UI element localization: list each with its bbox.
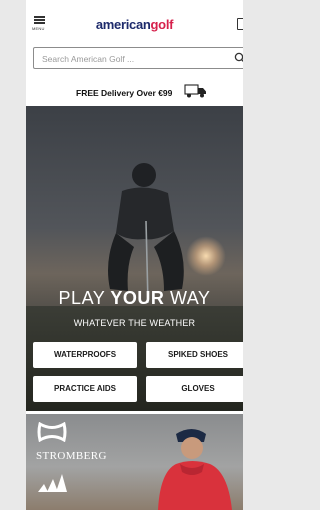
- brands-banner[interactable]: STROMBERG: [26, 414, 243, 510]
- hero-title-way: WAY: [164, 288, 211, 308]
- american-golf-logo[interactable]: americangolf: [26, 17, 243, 32]
- spiked-shoes-button[interactable]: SPIKED SHOES: [146, 342, 243, 368]
- golfer-red-jacket-image: [158, 429, 232, 510]
- stromberg-logo: STROMBERG: [36, 450, 107, 462]
- site-header: MENU americangolf: [26, 0, 243, 44]
- hero-subtitle: WHATEVER THE WEATHER: [73, 318, 196, 328]
- shopping-bag-icon[interactable]: [237, 18, 243, 30]
- logo-text-golf: golf: [150, 17, 174, 32]
- waterproofs-button[interactable]: WATERPROOFS: [33, 342, 137, 368]
- logo-text-american: american: [95, 17, 151, 32]
- hero-title: PLAY YOUR WAY: [26, 288, 243, 309]
- under-armour-logo: [37, 422, 67, 442]
- search-input[interactable]: Search American Golf ...: [33, 47, 243, 69]
- hero-title-your: YOUR: [110, 288, 165, 308]
- practice-aids-button[interactable]: PRACTICE AIDS: [33, 376, 137, 402]
- search-icon[interactable]: [234, 52, 243, 64]
- hero-banner[interactable]: PLAY YOUR WAY WHATEVER THE WEATHER WATER…: [26, 106, 243, 411]
- free-delivery-banner[interactable]: FREE Delivery Over €99: [26, 72, 243, 106]
- delivery-truck-icon: [184, 84, 206, 98]
- search-placeholder: Search American Golf ...: [42, 54, 135, 64]
- page: MENU americangolf Search American Golf .…: [26, 0, 243, 510]
- gloves-button[interactable]: GLOVES: [146, 376, 243, 402]
- hero-title-play: PLAY: [58, 288, 111, 308]
- delivery-text: FREE Delivery Over €99: [76, 88, 173, 98]
- adidas-logo: [38, 474, 67, 492]
